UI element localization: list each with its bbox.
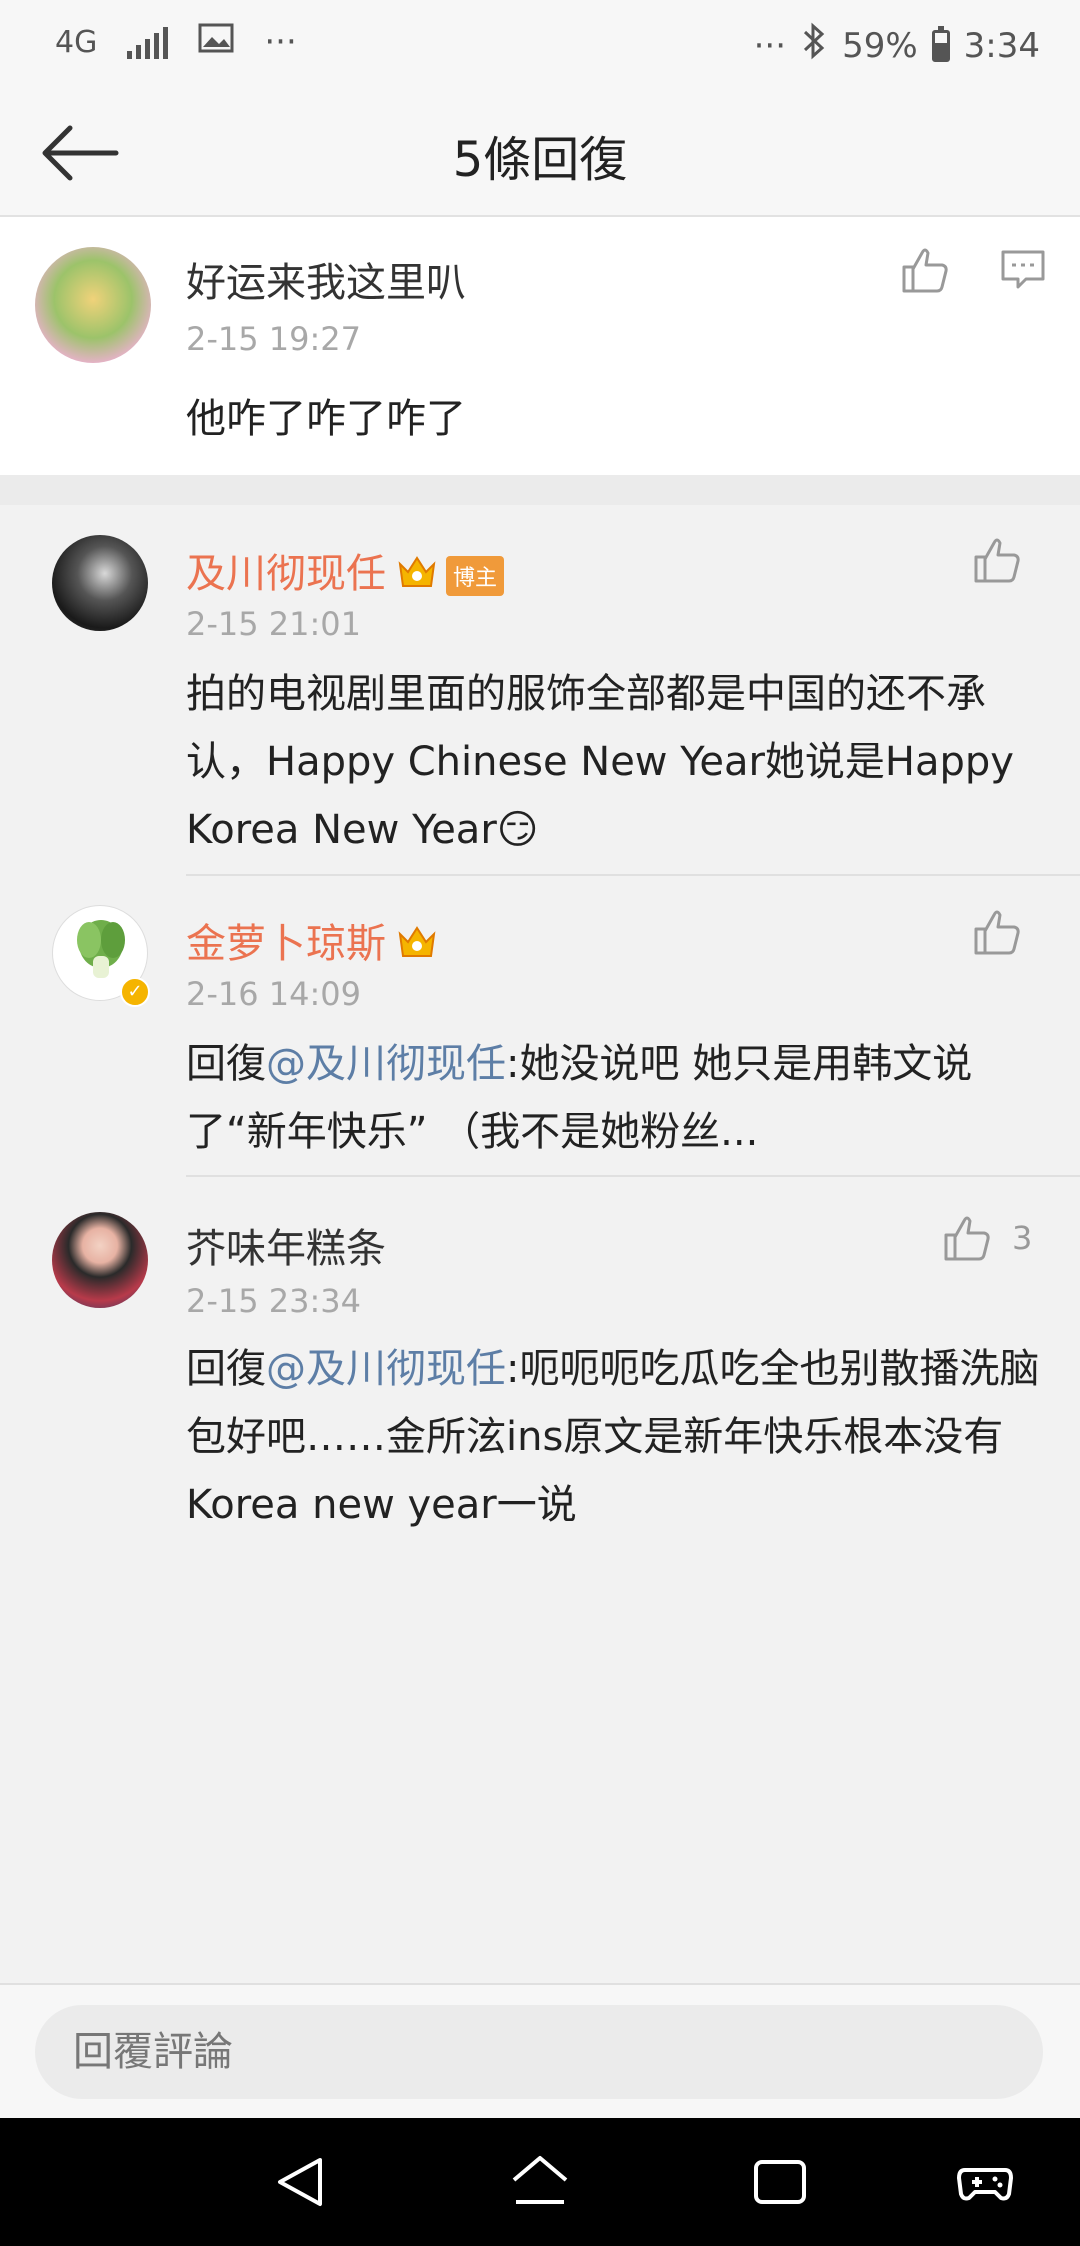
smirk-emoji-icon: 😏 (496, 807, 539, 853)
reply-divider (186, 874, 1080, 876)
reply-bar: 回覆評論 (0, 1983, 1080, 2118)
reply-prefix: 回復 (186, 1041, 266, 1087)
reply-username[interactable]: 金萝卜琼斯 (186, 921, 386, 967)
like-count: 3 (1012, 1219, 1033, 1257)
reply-text: 回復@及川彻现任:呃呃呃吃瓜吃全也别散播洗脑包好吧……金所泫ins原文是新年快乐… (186, 1335, 1046, 1539)
reply-username-row: 及川彻现任 博主 (186, 541, 505, 600)
reply-prefix: 回復 (186, 1346, 266, 1392)
section-divider (0, 475, 1080, 505)
like-icon[interactable] (972, 907, 1022, 957)
crown-icon (396, 922, 438, 970)
header: 5條回復 (0, 90, 1080, 217)
clock: 3:34 (963, 25, 1040, 66)
battery-icon (931, 25, 950, 62)
battery-percent: 59% (842, 25, 918, 66)
more-notifications: ··· (264, 22, 297, 62)
verified-icon: ✓ (120, 977, 150, 1007)
avatar[interactable] (52, 1212, 148, 1308)
reply-time: 2-16 14:09 (186, 975, 362, 1013)
bluetooth-icon (800, 22, 828, 69)
home-nav-icon[interactable] (510, 2152, 570, 2212)
page-title: 5條回復 (452, 132, 628, 188)
reply-text: 回復@及川彻现任:她没说吧 她只是用韩文说了“新年快乐” （我不是她粉丝... (186, 1030, 1046, 1166)
reply-input[interactable]: 回覆評論 (35, 2005, 1043, 2099)
recents-nav-icon[interactable] (750, 2152, 810, 2212)
reply-username[interactable]: 芥味年糕条 (186, 1216, 386, 1274)
like-icon[interactable] (972, 535, 1022, 585)
gallery-icon (198, 22, 234, 62)
main-comment-time: 2-15 19:27 (186, 320, 362, 358)
mention-link[interactable]: @及川彻现任 (266, 1041, 506, 1087)
reply-divider (186, 1175, 1080, 1177)
reply-list: 及川彻现任 博主 2-15 21:01 拍的电视剧里面的服饰全部都是中国的还不承认… (0, 505, 1080, 1550)
more-status-icons: ··· (753, 25, 787, 66)
reply-time: 2-15 21:01 (186, 605, 362, 643)
reply-username-row: 金萝卜琼斯 (186, 911, 438, 970)
mention-link[interactable]: @及川彻现任 (266, 1346, 506, 1392)
main-comment: 好运来我这里叭 2-15 19:27 他咋了咋了咋了 (0, 217, 1080, 475)
status-bar: 4G ··· ··· 59% 3:34 (0, 0, 1080, 90)
crown-icon (396, 552, 438, 600)
avatar[interactable] (35, 247, 151, 363)
network-type: 4G (55, 24, 98, 60)
like-icon[interactable] (900, 245, 950, 295)
navigation-bar (0, 2118, 1080, 2246)
reply-text-content: 拍的电视剧里面的服饰全部都是中国的还不承认，Happy Chinese New … (186, 671, 1014, 853)
reply-time: 2-15 23:34 (186, 1282, 362, 1320)
comment-icon[interactable] (1000, 249, 1046, 291)
main-comment-text: 他咋了咋了咋了 (186, 396, 466, 442)
reply-text: 拍的电视剧里面的服饰全部都是中国的还不承认，Happy Chinese New … (186, 660, 1046, 864)
signal-icon (127, 25, 169, 59)
reply-username[interactable]: 及川彻现任 (186, 551, 386, 597)
like-icon[interactable] (942, 1213, 992, 1263)
avatar[interactable] (52, 535, 148, 631)
host-badge: 博主 (446, 556, 505, 596)
game-controller-icon[interactable] (955, 2152, 1015, 2212)
back-nav-icon[interactable] (270, 2152, 330, 2212)
main-comment-username[interactable]: 好运来我这里叭 (186, 250, 466, 308)
